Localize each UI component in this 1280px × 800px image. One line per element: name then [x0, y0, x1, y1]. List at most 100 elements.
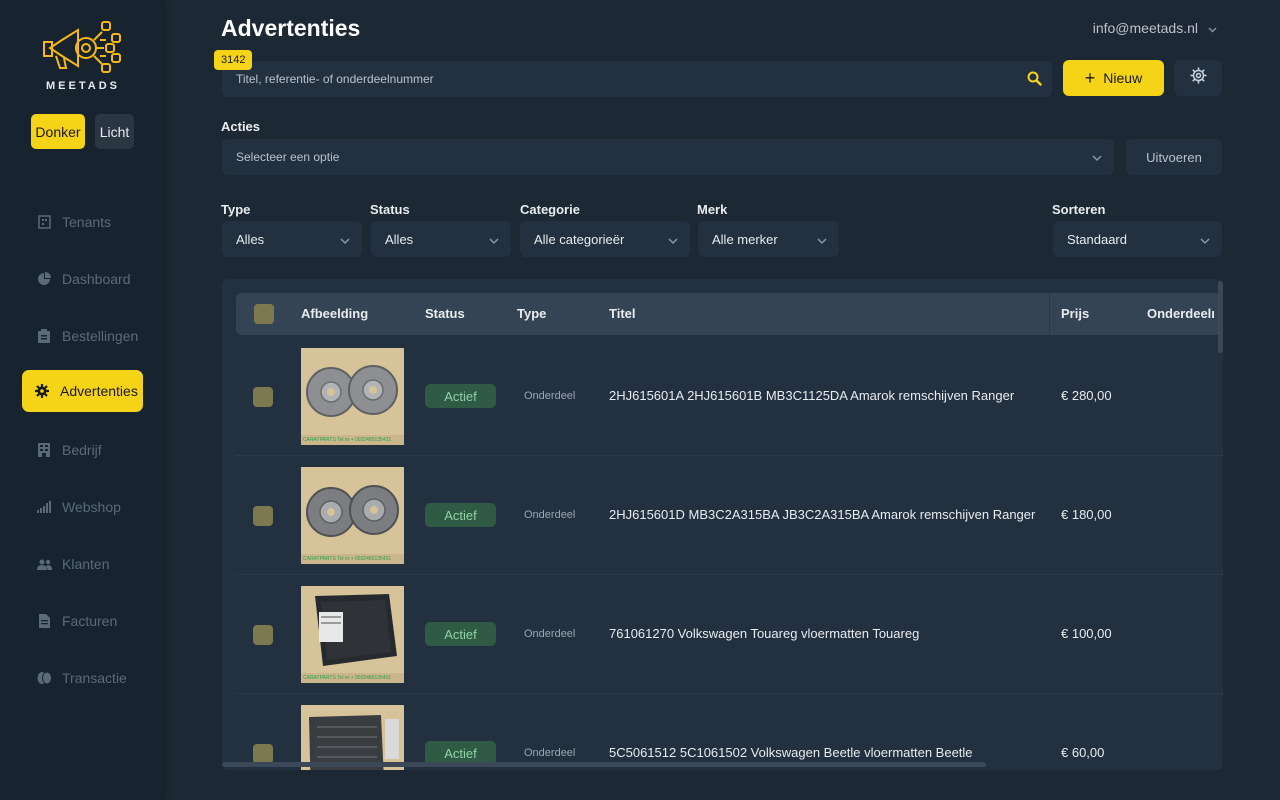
settings-button[interactable] — [1174, 60, 1222, 96]
filter-brand-value: Alle merker — [712, 231, 778, 247]
price-cell: € 60,00 — [1061, 745, 1105, 760]
chevron-down-icon — [1092, 151, 1102, 165]
sidebar-item-label: Tenants — [62, 214, 112, 230]
run-action-button[interactable]: Uitvoeren — [1126, 139, 1222, 175]
sidebar-item-label: Advertenties — [60, 383, 138, 399]
filter-status-value: Alles — [385, 231, 414, 247]
type-cell: Onderdeel — [524, 509, 576, 521]
sidebar-item-tenants[interactable]: Tenants — [22, 201, 143, 243]
sidebar-item-label: Webshop — [62, 499, 121, 515]
coins-icon — [36, 670, 52, 686]
brake-disc-image — [301, 348, 404, 435]
search-input[interactable] — [222, 61, 1052, 97]
search-icon[interactable] — [1027, 71, 1042, 91]
brand-name: MEETADS — [46, 80, 120, 92]
vertical-scrollbar[interactable] — [1218, 281, 1223, 353]
column-header-image[interactable]: Afbeelding — [301, 306, 368, 321]
product-thumbnail[interactable]: CARATPARTS Tel nr + 0032485135431 — [301, 586, 404, 683]
select-all-checkbox[interactable] — [254, 304, 274, 324]
pie-chart-icon — [36, 271, 52, 287]
table-row[interactable]: CARATPARTS Tel nr + 0032485135431 Actief… — [236, 337, 1223, 456]
column-header-status[interactable]: Status — [425, 306, 465, 321]
sidebar-item-dashboard[interactable]: Dashboard — [22, 258, 143, 300]
sort-select[interactable]: Standaard — [1053, 221, 1222, 257]
floor-mat-image — [301, 586, 404, 673]
sidebar: MEETADS Donker Licht Tenants Dashboard B… — [0, 0, 163, 800]
chevron-down-icon — [1208, 20, 1217, 36]
row-checkbox[interactable] — [253, 387, 273, 407]
office-icon — [36, 442, 52, 458]
new-ad-button[interactable]: + Nieuw — [1063, 60, 1164, 96]
column-header-title[interactable]: Titel — [609, 306, 636, 321]
ads-table: Afbeelding Status Type Titel Prijs Onder… — [222, 279, 1223, 770]
filter-status-label: Status — [370, 202, 410, 217]
page-title: Advertenties — [221, 15, 361, 41]
floor-mat-image — [301, 705, 404, 770]
theme-dark-button[interactable]: Donker — [31, 114, 85, 149]
filter-status-select[interactable]: Alles — [371, 221, 511, 257]
sidebar-item-bedrijf[interactable]: Bedrijf — [22, 429, 143, 471]
filter-type-select[interactable]: Alles — [222, 221, 362, 257]
column-header-part-number[interactable]: Onderdeelı — [1147, 306, 1215, 321]
title-cell[interactable]: 2HJ615601A 2HJ615601B MB3C1125DA Amarok … — [609, 388, 1014, 403]
result-count-badge: 3142 — [214, 50, 253, 70]
column-divider — [1049, 293, 1050, 335]
clipboard-icon — [36, 328, 52, 344]
filter-category-label: Categorie — [520, 202, 580, 217]
status-badge: Actief — [425, 384, 496, 408]
new-button-label: Nieuw — [1103, 70, 1143, 86]
price-cell: € 280,00 — [1061, 388, 1112, 403]
sidebar-item-label: Bedrijf — [62, 442, 102, 458]
gear-icon — [1190, 67, 1207, 89]
type-cell: Onderdeel — [524, 628, 576, 640]
sidebar-item-webshop[interactable]: Webshop — [22, 486, 143, 528]
sidebar-item-advertenties[interactable]: Advertenties — [22, 370, 143, 412]
title-cell[interactable]: 761061270 Volkswagen Touareg vloermatten… — [609, 626, 919, 641]
sidebar-item-label: Facturen — [62, 613, 118, 629]
chevron-down-icon — [817, 233, 827, 248]
product-thumbnail[interactable]: CARATPARTS Tel nr + 0032485135431 — [301, 467, 404, 564]
row-checkbox[interactable] — [253, 506, 273, 526]
sidebar-item-label: Bestellingen — [62, 328, 139, 344]
sidebar-item-transactie[interactable]: Transactie — [22, 657, 143, 699]
filter-type-label: Type — [221, 202, 251, 217]
sidebar-item-klanten[interactable]: Klanten — [22, 543, 143, 585]
user-email: info@meetads.nl — [1092, 20, 1198, 36]
chevron-down-icon — [489, 233, 499, 248]
column-header-type[interactable]: Type — [517, 306, 546, 321]
table-row[interactable]: CARATPARTS Tel nr + 0032485135431 Actief… — [236, 575, 1223, 694]
user-menu[interactable]: info@meetads.nl — [1093, 20, 1217, 36]
chevron-down-icon — [1200, 233, 1210, 248]
theme-light-button[interactable]: Licht — [95, 114, 134, 149]
bar-signal-icon — [36, 499, 52, 515]
sidebar-item-label: Klanten — [62, 556, 110, 572]
actions-label: Acties — [221, 119, 261, 134]
title-cell[interactable]: 5C5061512 5C1061502 Volkswagen Beetle vl… — [609, 745, 973, 760]
sidebar-item-bestellingen[interactable]: Bestellingen — [22, 315, 143, 357]
horizontal-scrollbar[interactable] — [222, 762, 986, 767]
sidebar-item-facturen[interactable]: Facturen — [22, 600, 143, 642]
search-bar — [222, 61, 1052, 97]
table-row[interactable]: Actief Onderdeel 5C5061512 5C1061502 Vol… — [236, 694, 1223, 770]
title-cell[interactable]: 2HJ615601D MB3C2A315BA JB3C2A315BA Amaro… — [609, 507, 1035, 522]
chevron-down-icon — [668, 233, 678, 248]
price-cell: € 180,00 — [1061, 507, 1112, 522]
sidebar-item-label: Dashboard — [62, 271, 131, 287]
filter-category-select[interactable]: Alle categorieër — [520, 221, 690, 257]
filter-brand-select[interactable]: Alle merker — [698, 221, 839, 257]
column-header-price[interactable]: Prijs — [1061, 306, 1089, 321]
product-thumbnail[interactable] — [301, 705, 404, 770]
type-cell: Onderdeel — [524, 390, 576, 402]
status-badge: Actief — [425, 503, 496, 527]
plus-icon: + — [1084, 68, 1096, 88]
actions-select[interactable]: Selecteer een optie — [222, 139, 1114, 175]
thumbnail-caption: CARATPARTS Tel nr + 0032485135431 — [301, 673, 404, 683]
table-row[interactable]: CARATPARTS Tel nr + 0032485135431 Actief… — [236, 456, 1223, 575]
table-header: Afbeelding Status Type Titel Prijs Onder… — [236, 293, 1223, 335]
price-cell: € 100,00 — [1061, 626, 1112, 641]
row-checkbox[interactable] — [253, 625, 273, 645]
row-checkbox[interactable] — [253, 744, 273, 764]
product-thumbnail[interactable]: CARATPARTS Tel nr + 0032485135431 — [301, 348, 404, 445]
brand-logo[interactable]: MEETADS — [40, 18, 126, 96]
sort-label: Sorteren — [1052, 202, 1106, 217]
